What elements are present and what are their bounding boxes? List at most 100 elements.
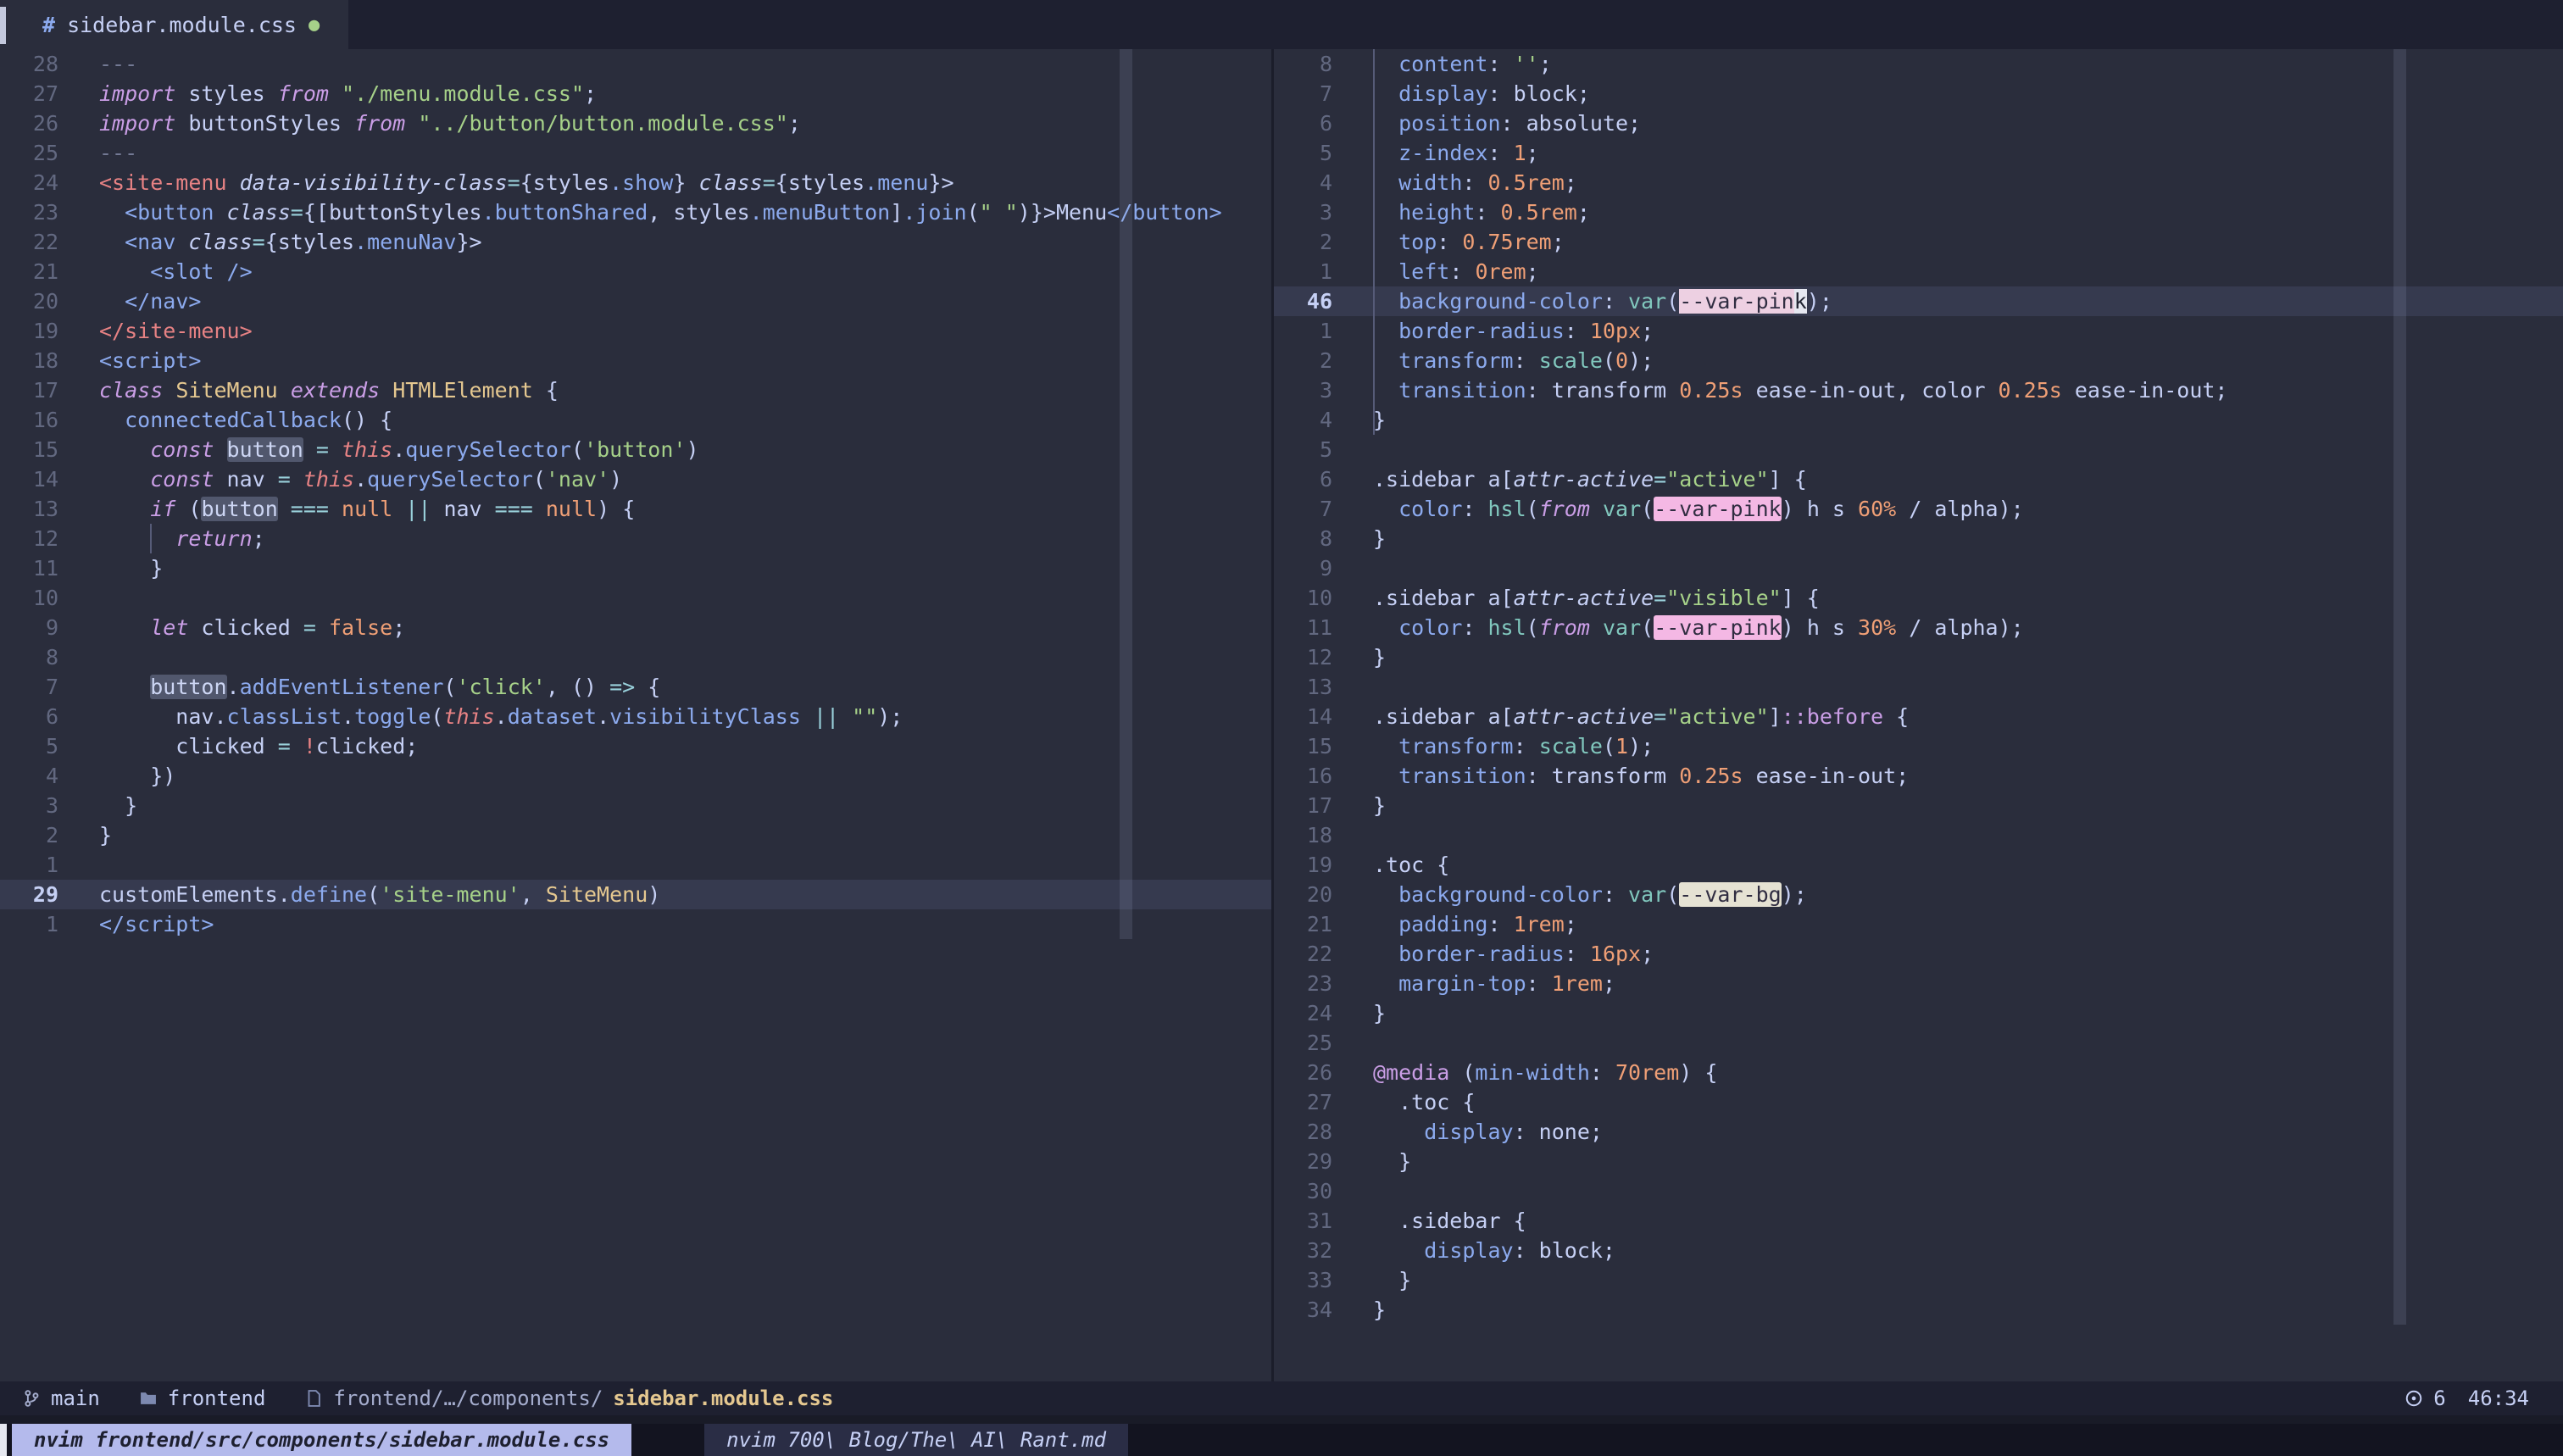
code-text[interactable]: --- (58, 49, 137, 79)
code-text[interactable]: @media (min-width: 70rem) { (1332, 1058, 1717, 1087)
code-line[interactable]: 14 const nav = this.querySelector('nav') (0, 464, 1271, 494)
code-line[interactable]: 30 (1274, 1176, 2563, 1206)
code-line[interactable]: 12 return; (0, 524, 1271, 553)
code-text[interactable]: background-color: var(--var-pink); (1332, 286, 1832, 316)
code-line[interactable]: 23 <button class={[buttonStyles.buttonSh… (0, 197, 1271, 227)
code-text[interactable]: --- (58, 138, 137, 168)
code-line[interactable]: 3 height: 0.5rem; (1274, 197, 2563, 227)
code-text[interactable]: border-radius: 16px; (1332, 939, 1654, 969)
code-line[interactable]: 1 left: 0rem; (1274, 257, 2563, 286)
code-text[interactable]: if (button === null || nav === null) { (58, 494, 635, 524)
code-line[interactable]: 11 color: hsl(from var(--var-pink) h s 3… (1274, 613, 2563, 642)
code-line[interactable]: 15 const button = this.querySelector('bu… (0, 435, 1271, 464)
code-text[interactable] (1332, 820, 1373, 850)
code-line[interactable]: 22 <nav class={styles.menuNav}> (0, 227, 1271, 257)
code-line[interactable]: 29 } (1274, 1147, 2563, 1176)
code-line[interactable]: 11 } (0, 553, 1271, 583)
code-text[interactable]: customElements.define('site-menu', SiteM… (58, 880, 660, 909)
code-text[interactable]: import styles from "./menu.module.css"; (58, 79, 597, 108)
code-text[interactable]: } (1332, 1295, 1386, 1325)
code-text[interactable]: background-color: var(--var-bg); (1332, 880, 1807, 909)
code-text[interactable] (1332, 435, 1373, 464)
code-line[interactable]: 24<site-menu data-visibility-class={styl… (0, 168, 1271, 197)
code-line[interactable]: 25 (1274, 1028, 2563, 1058)
code-line[interactable]: 14.sidebar a[attr-active="active"]::befo… (1274, 702, 2563, 731)
code-line[interactable]: 4} (1274, 405, 2563, 435)
code-line[interactable]: 9 (1274, 553, 2563, 583)
code-line[interactable]: 17} (1274, 791, 2563, 820)
code-text[interactable]: border-radius: 10px; (1332, 316, 1654, 346)
code-line[interactable]: 26import buttonStyles from "../button/bu… (0, 108, 1271, 138)
code-text[interactable]: transition: transform 0.25s ease-in-out,… (1332, 375, 2227, 405)
git-branch-item[interactable]: main (22, 1387, 100, 1410)
code-line[interactable]: 20 background-color: var(--var-bg); (1274, 880, 2563, 909)
code-line[interactable]: 5 (1274, 435, 2563, 464)
code-text[interactable]: connectedCallback() { (58, 405, 392, 435)
code-line[interactable]: 5 z-index: 1; (1274, 138, 2563, 168)
code-line[interactable]: 12} (1274, 642, 2563, 672)
code-line[interactable]: 26@media (min-width: 70rem) { (1274, 1058, 2563, 1087)
code-line[interactable]: 1 (0, 850, 1271, 880)
code-text[interactable]: .sidebar a[attr-active="active"]::before… (1332, 702, 1909, 731)
code-text[interactable]: .sidebar a[attr-active="visible"] { (1332, 583, 1820, 613)
code-text[interactable]: <slot /> (58, 257, 253, 286)
code-line[interactable]: 18<script> (0, 346, 1271, 375)
code-line[interactable]: 20 </nav> (0, 286, 1271, 316)
editor-pane-left[interactable]: 28---27import styles from "./menu.module… (0, 49, 1271, 1381)
code-line[interactable]: 5 clicked = !clicked; (0, 731, 1271, 761)
code-line[interactable]: 27import styles from "./menu.module.css"… (0, 79, 1271, 108)
code-text[interactable]: <script> (58, 346, 201, 375)
code-text[interactable]: </script> (58, 909, 214, 939)
code-line[interactable]: 18 (1274, 820, 2563, 850)
tab-sidebar-module-css[interactable]: # sidebar.module.css ● (0, 0, 348, 49)
code-text[interactable]: .sidebar a[attr-active="active"] { (1332, 464, 1807, 494)
code-text[interactable]: } (1332, 1147, 1411, 1176)
code-text[interactable]: button.addEventListener('click', () => { (58, 672, 660, 702)
code-line[interactable]: 3 } (0, 791, 1271, 820)
code-line[interactable]: 10.sidebar a[attr-active="visible"] { (1274, 583, 2563, 613)
tmux-window-active[interactable]: nvim frontend/src/components/sidebar.mod… (12, 1424, 631, 1456)
code-text[interactable] (58, 642, 99, 672)
code-line[interactable]: 19</site-menu> (0, 316, 1271, 346)
code-text[interactable]: </site-menu> (58, 316, 253, 346)
code-text[interactable]: padding: 1rem; (1332, 909, 1577, 939)
code-text[interactable]: } (1332, 405, 1386, 435)
code-line[interactable]: 15 transform: scale(1); (1274, 731, 2563, 761)
code-text[interactable]: } (1332, 998, 1386, 1028)
code-text[interactable]: clicked = !clicked; (58, 731, 418, 761)
code-line[interactable]: 4 }) (0, 761, 1271, 791)
code-line[interactable]: 23 margin-top: 1rem; (1274, 969, 2563, 998)
code-line[interactable]: 27 .toc { (1274, 1087, 2563, 1117)
code-line[interactable]: 1</script> (0, 909, 1271, 939)
code-line[interactable]: 6.sidebar a[attr-active="active"] { (1274, 464, 2563, 494)
code-text[interactable]: left: 0rem; (1332, 257, 1539, 286)
code-line[interactable]: 1 border-radius: 10px; (1274, 316, 2563, 346)
code-text[interactable] (58, 583, 99, 613)
code-line[interactable]: 2} (0, 820, 1271, 850)
code-text[interactable]: position: absolute; (1332, 108, 1641, 138)
code-line[interactable]: 33 } (1274, 1265, 2563, 1295)
code-text[interactable]: } (1332, 791, 1386, 820)
code-line[interactable]: 8 (0, 642, 1271, 672)
code-text[interactable]: } (1332, 642, 1386, 672)
code-text[interactable]: <button class={[buttonStyles.buttonShare… (58, 197, 1222, 227)
code-text[interactable] (1332, 1028, 1373, 1058)
project-item[interactable]: frontend (139, 1387, 266, 1410)
code-text[interactable]: transform: scale(1); (1332, 731, 1654, 761)
code-text[interactable]: </nav> (58, 286, 201, 316)
code-text[interactable] (1332, 1176, 1373, 1206)
code-line[interactable]: 29customElements.define('site-menu', Sit… (0, 880, 1271, 909)
code-line[interactable]: 7 display: block; (1274, 79, 2563, 108)
code-line[interactable]: 32 display: block; (1274, 1236, 2563, 1265)
code-line[interactable]: 2 transform: scale(0); (1274, 346, 2563, 375)
code-text[interactable]: z-index: 1; (1332, 138, 1539, 168)
code-text[interactable]: import buttonStyles from "../button/butt… (58, 108, 801, 138)
code-line[interactable]: 22 border-radius: 16px; (1274, 939, 2563, 969)
filepath-item[interactable]: frontend/…/components/sidebar.module.css (304, 1387, 833, 1410)
tmux-window[interactable]: nvim 700\ Blog/The\ AI\ Rant.md (704, 1424, 1128, 1456)
code-text[interactable]: display: none; (1332, 1117, 1603, 1147)
code-text[interactable]: display: block; (1332, 79, 1590, 108)
code-line[interactable]: 4 width: 0.5rem; (1274, 168, 2563, 197)
code-line[interactable]: 13 (1274, 672, 2563, 702)
code-line[interactable]: 6 position: absolute; (1274, 108, 2563, 138)
